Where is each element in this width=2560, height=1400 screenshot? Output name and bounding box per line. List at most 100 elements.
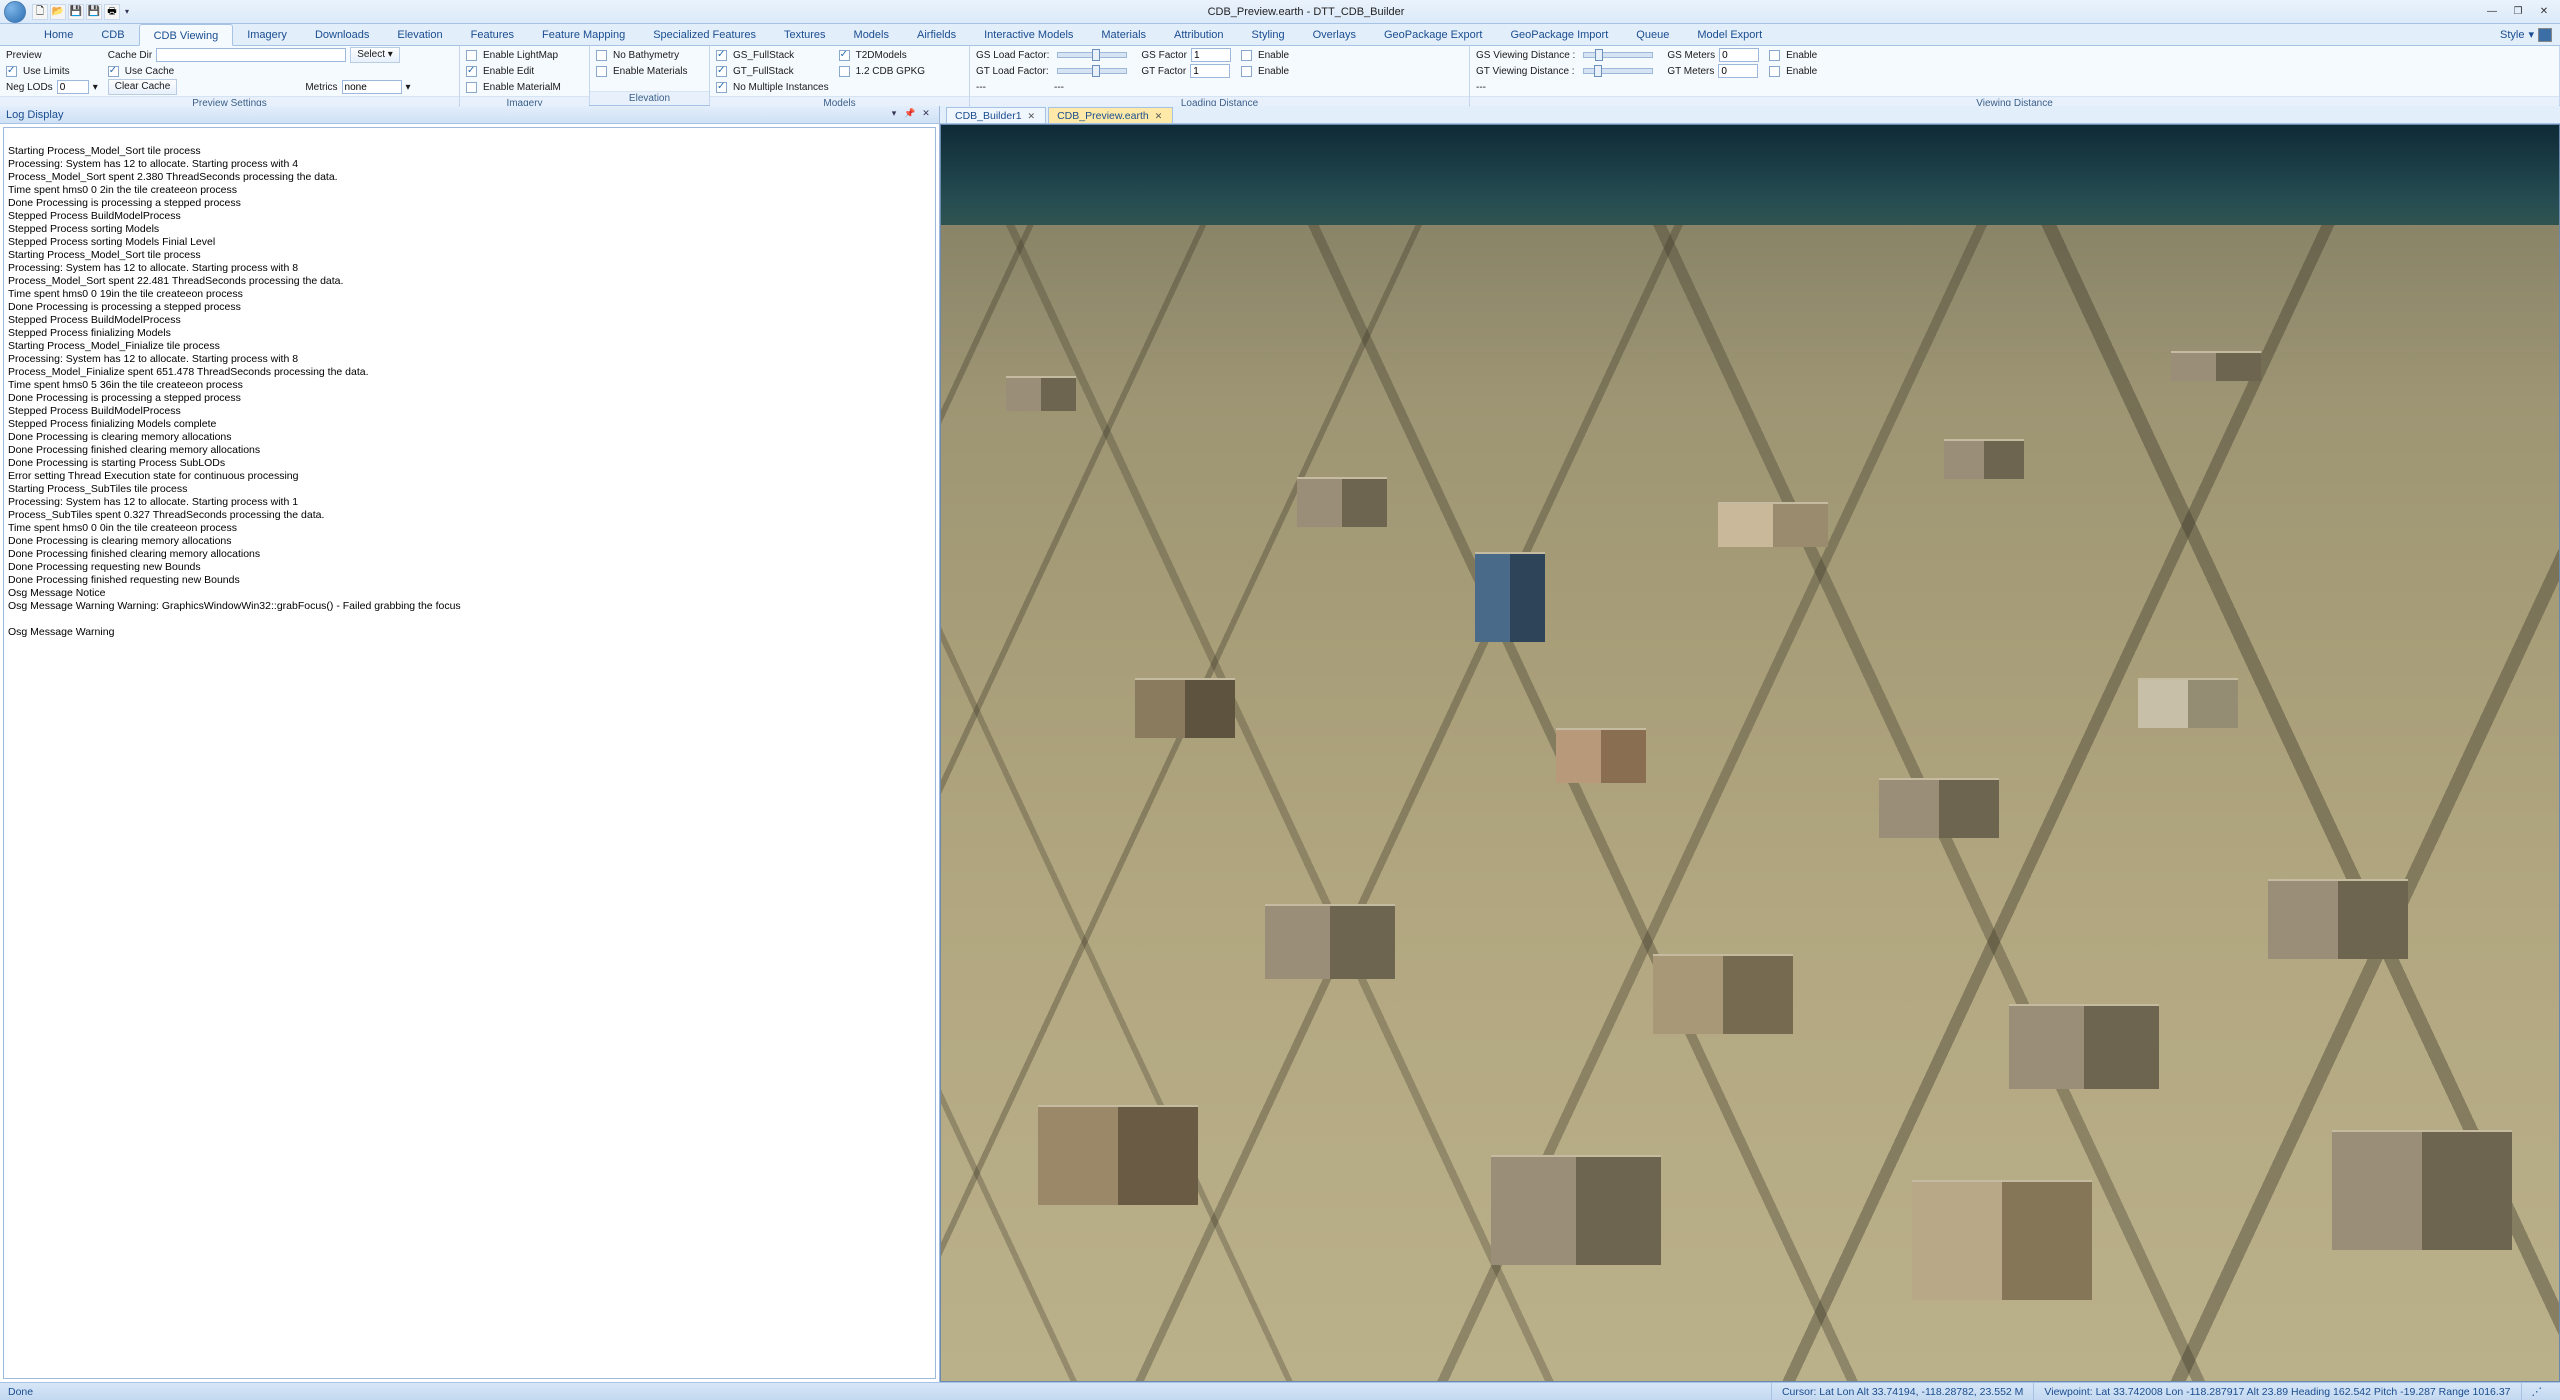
gt-view-enable-checkbox[interactable]	[1769, 66, 1780, 77]
ribbon-tab-home[interactable]: Home	[30, 24, 87, 45]
ribbon-tab-overlays[interactable]: Overlays	[1299, 24, 1370, 45]
neg-lods-input[interactable]	[57, 80, 89, 94]
doc-tab-cdb-builder1[interactable]: CDB_Builder1✕	[946, 107, 1046, 123]
viewport-building	[2138, 678, 2238, 728]
qat-open-icon[interactable]: 📂	[50, 4, 66, 20]
gt-view-slider[interactable]	[1583, 68, 1653, 74]
ribbon-tab-downloads[interactable]: Downloads	[301, 24, 383, 45]
gs-load-enable-checkbox[interactable]	[1241, 50, 1252, 61]
neg-lods-spin-icon[interactable]: ▾	[93, 82, 98, 93]
doc-tab-close-icon[interactable]: ✕	[1028, 111, 1036, 121]
ribbon-tab-geopackage-export[interactable]: GeoPackage Export	[1370, 24, 1496, 45]
qat-saveall-icon[interactable]: 💾	[86, 4, 102, 20]
metrics-input[interactable]	[342, 80, 402, 94]
no-multi-checkbox[interactable]	[716, 82, 727, 93]
ribbon-tab-specialized-features[interactable]: Specialized Features	[639, 24, 770, 45]
style-swatch-icon[interactable]	[2538, 28, 2552, 42]
viewport-ground	[941, 225, 2559, 1381]
group-imagery: Enable LightMap Enable Edit Enable Mater…	[460, 46, 590, 105]
enable-materials-checkbox[interactable]	[596, 66, 607, 77]
no-bathymetry-checkbox[interactable]	[596, 50, 607, 61]
gs-meters-label: GS Meters	[1667, 50, 1715, 61]
group-models: GS_FullStack GT_FullStack No Multiple In…	[710, 46, 970, 105]
viewport-building	[1006, 376, 1076, 411]
enable-edit-checkbox[interactable]	[466, 66, 477, 77]
viewport-building	[2009, 1004, 2159, 1089]
log-output[interactable]: Starting Process_Model_Sort tile process…	[3, 127, 936, 1379]
ribbon-tab-imagery[interactable]: Imagery	[233, 24, 301, 45]
cache-dir-input[interactable]	[156, 48, 346, 62]
gs-fullstack-checkbox[interactable]	[716, 50, 727, 61]
enable-materialm-checkbox[interactable]	[466, 82, 477, 93]
3d-viewport[interactable]	[940, 124, 2560, 1382]
clear-cache-button[interactable]: Clear Cache	[108, 79, 178, 95]
ribbon-tab-queue[interactable]: Queue	[1622, 24, 1683, 45]
gs-view-slider[interactable]	[1583, 52, 1653, 58]
gt-fullstack-checkbox[interactable]	[716, 66, 727, 77]
viewport-building	[1038, 1105, 1198, 1205]
viewport-building	[2332, 1130, 2512, 1250]
gt-factor-input[interactable]	[1190, 64, 1230, 78]
cache-dir-label: Cache Dir	[108, 50, 152, 61]
log-panel-pin-icon[interactable]: 📌	[903, 108, 917, 122]
log-panel: Log Display ▾ 📌 ✕ Starting Process_Model…	[0, 106, 940, 1382]
gs-view-enable-checkbox[interactable]	[1769, 50, 1780, 61]
qat-dropdown-icon[interactable]: ▾	[122, 4, 132, 20]
app-logo-icon[interactable]	[4, 1, 26, 23]
gs-factor-input[interactable]	[1191, 48, 1231, 62]
qat-print-icon[interactable]: 🖶	[104, 4, 120, 20]
ribbon-tab-features[interactable]: Features	[457, 24, 528, 45]
use-cache-label: Use Cache	[125, 66, 174, 77]
gs-fullstack-label: GS_FullStack	[733, 50, 794, 61]
status-viewpoint: Viewpoint: Lat 33.742008 Lon -118.287917…	[2033, 1383, 2520, 1400]
minimize-button[interactable]: —	[2480, 4, 2504, 20]
ribbon-tab-models[interactable]: Models	[840, 24, 903, 45]
ribbon-tab-elevation[interactable]: Elevation	[383, 24, 456, 45]
group-elevation: No Bathymetry Enable Materials Elevation	[590, 46, 710, 105]
ribbon-tab-geopackage-import[interactable]: GeoPackage Import	[1496, 24, 1622, 45]
ribbon-tab-airfields[interactable]: Airfields	[903, 24, 970, 45]
use-cache-checkbox[interactable]	[108, 66, 119, 77]
metrics-dropdown-icon[interactable]: ▾	[406, 82, 411, 93]
log-panel-dropdown-icon[interactable]: ▾	[887, 108, 901, 122]
viewport-building	[1297, 477, 1387, 527]
cache-dir-select-button[interactable]: Select ▾	[350, 47, 400, 63]
enable-lightmap-checkbox[interactable]	[466, 50, 477, 61]
gs-load-slider[interactable]	[1057, 52, 1127, 58]
ribbon-tab-cdb[interactable]: CDB	[87, 24, 138, 45]
maximize-button[interactable]: ❐	[2506, 4, 2530, 20]
style-picker[interactable]: Style▾	[2500, 24, 2552, 46]
ribbon-tab-textures[interactable]: Textures	[770, 24, 840, 45]
gt-factor-label: GT Factor	[1141, 66, 1186, 77]
ribbon-tab-interactive-models[interactable]: Interactive Models	[970, 24, 1087, 45]
doc-tab-close-icon[interactable]: ✕	[1155, 111, 1163, 121]
t2dmodels-checkbox[interactable]	[839, 50, 850, 61]
log-panel-close-icon[interactable]: ✕	[919, 108, 933, 122]
group-title-elevation: Elevation	[590, 91, 709, 105]
log-panel-header: Log Display ▾ 📌 ✕	[0, 106, 939, 124]
qat-save-icon[interactable]: 💾	[68, 4, 84, 20]
no-bathymetry-label: No Bathymetry	[613, 50, 679, 61]
gs-factor-label: GS Factor	[1141, 50, 1187, 61]
window-title: CDB_Preview.earth - DTT_CDB_Builder	[132, 6, 2480, 18]
cdb-gpkg-checkbox[interactable]	[839, 66, 850, 77]
use-limits-checkbox[interactable]	[6, 66, 17, 77]
gt-meters-input[interactable]	[1718, 64, 1758, 78]
ribbon-tab-cdb-viewing[interactable]: CDB Viewing	[139, 24, 234, 46]
ribbon-tab-model-export[interactable]: Model Export	[1683, 24, 1776, 45]
no-multi-label: No Multiple Instances	[733, 82, 829, 93]
gs-meters-input[interactable]	[1719, 48, 1759, 62]
qat-new-icon[interactable]: 🗋	[32, 4, 48, 20]
ribbon-tab-materials[interactable]: Materials	[1087, 24, 1160, 45]
enable-lightmap-label: Enable LightMap	[483, 50, 558, 61]
ribbon-tab-styling[interactable]: Styling	[1238, 24, 1299, 45]
status-resize-grip-icon[interactable]: ⋰	[2521, 1383, 2553, 1400]
ribbon-tab-attribution[interactable]: Attribution	[1160, 24, 1238, 45]
viewport-building	[1912, 1180, 2092, 1300]
gt-load-slider[interactable]	[1057, 68, 1127, 74]
gt-load-enable-checkbox[interactable]	[1241, 66, 1252, 77]
close-button[interactable]: ✕	[2532, 4, 2556, 20]
viewport-building	[1475, 552, 1545, 642]
ribbon-tab-feature-mapping[interactable]: Feature Mapping	[528, 24, 639, 45]
doc-tab-cdb-preview-earth[interactable]: CDB_Preview.earth✕	[1048, 107, 1173, 123]
